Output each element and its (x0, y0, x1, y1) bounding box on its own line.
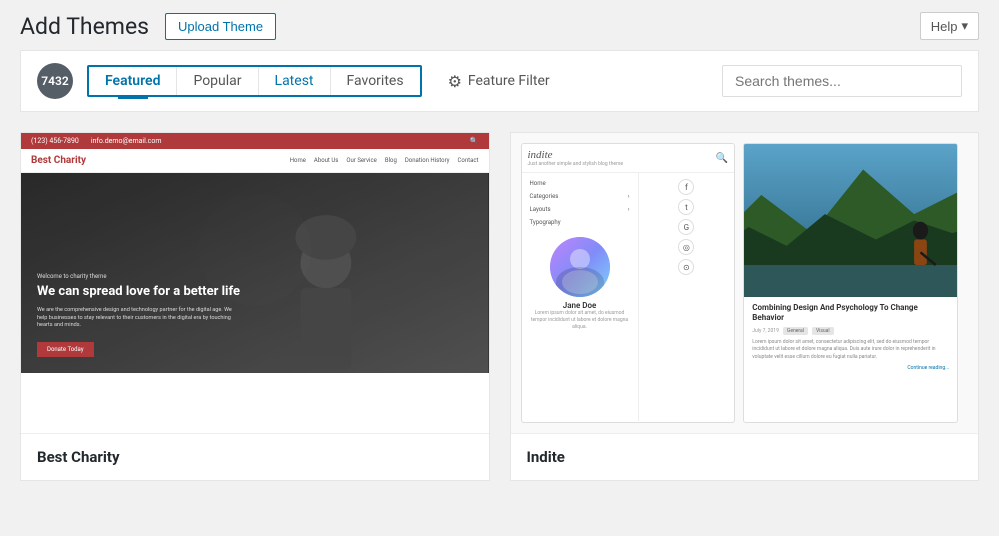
indite-article-body: Lorem ipsum dolor sit amet, consectetur … (752, 339, 949, 362)
indite-header: indite Just another simple and stylish b… (522, 144, 735, 173)
help-label: Help (931, 19, 958, 34)
indite-article-meta: July 7, 2019 General Visual (752, 327, 949, 335)
theme-count-badge: 7432 (37, 63, 73, 99)
filter-tabs: Featured Popular Latest Favorites (87, 65, 422, 97)
indite-logo: indite (528, 149, 624, 161)
chevron-down-icon: ▾ (961, 18, 968, 34)
theme-card-indite: indite Just another simple and stylish b… (510, 132, 980, 481)
bc-welcome-text: Welcome to charity theme (37, 273, 473, 280)
tab-popular[interactable]: Popular (177, 67, 258, 95)
indite-preview: indite Just another simple and stylish b… (511, 133, 979, 433)
general-tag: General (783, 327, 808, 335)
indite-article-image (744, 144, 957, 297)
theme-preview-indite: indite Just another simple and stylish b… (511, 133, 979, 433)
indite-sidebar: Home Categories Layouts Typography (522, 173, 639, 421)
feature-filter-label: Feature Filter (468, 73, 550, 89)
theme-preview-best-charity: (123) 456-7890 info.demo@email.com 🔍 Bes… (21, 133, 489, 433)
sidebar-item-layouts[interactable]: Layouts (522, 203, 638, 216)
bc-topbar-contact: (123) 456-7890 info.demo@email.com (31, 137, 161, 145)
bc-hero-title: We can spread love for a better life (37, 284, 473, 301)
indite-avatar (550, 237, 610, 297)
visual-tag: Visual (812, 327, 834, 335)
bc-phone: (123) 456-7890 (31, 137, 79, 145)
search-icon: 🔍 (470, 137, 479, 145)
page-title: Add Themes (20, 13, 149, 40)
bc-nav: Best Charity Home About Us Our Service B… (21, 149, 489, 173)
github-icon: ⊙ (678, 259, 694, 275)
help-button[interactable]: Help ▾ (920, 12, 979, 40)
sidebar-item-typography[interactable]: Typography (522, 216, 638, 229)
bc-hero-text: We are the comprehensive design and tech… (37, 307, 237, 330)
indite-theme-name: Indite (511, 433, 979, 480)
indite-search-icon: 🔍 (716, 153, 728, 164)
twitter-icon: t (678, 199, 694, 215)
filter-bar: 7432 Featured Popular Latest Favorites ⚙… (20, 50, 979, 112)
indite-profile-bio: Lorem ipsum dolor sit amet, do eiusmod t… (528, 310, 632, 331)
bc-nav-links: Home About Us Our Service Blog Donation … (290, 157, 479, 164)
page-header: Add Themes Upload Theme Help ▾ (0, 0, 999, 50)
indite-profile-name: Jane Doe (563, 301, 597, 310)
indite-article-content: Combining Design And Psychology To Chang… (744, 297, 957, 377)
sidebar-item-categories[interactable]: Categories (522, 190, 638, 203)
bc-topbar: (123) 456-7890 info.demo@email.com 🔍 (21, 133, 489, 149)
theme-card-best-charity: (123) 456-7890 info.demo@email.com 🔍 Bes… (20, 132, 490, 481)
bc-email: info.demo@email.com (91, 137, 162, 145)
bc-logo: Best Charity (31, 155, 86, 166)
bc-theme-name: Best Charity (21, 433, 489, 480)
indite-social-sidebar: f t G ◎ ⊙ (639, 173, 735, 421)
bc-hero-content: Welcome to charity theme We can spread l… (37, 273, 473, 357)
themes-grid: (123) 456-7890 info.demo@email.com 🔍 Bes… (0, 132, 999, 501)
tab-latest[interactable]: Latest (259, 67, 331, 95)
search-input[interactable] (722, 65, 962, 97)
google-icon: G (678, 219, 694, 235)
indite-sidebar-layout: Home Categories Layouts Typography (522, 173, 735, 421)
bc-preview: (123) 456-7890 info.demo@email.com 🔍 Bes… (21, 133, 489, 433)
bc-hero: Welcome to charity theme We can spread l… (21, 173, 489, 373)
header-left: Add Themes Upload Theme (20, 13, 276, 40)
tab-featured[interactable]: Featured (89, 67, 177, 95)
indite-tagline: Just another simple and stylish blog the… (528, 161, 624, 167)
indite-continue-reading[interactable]: Continue reading... (752, 365, 949, 371)
tab-favorites[interactable]: Favorites (331, 67, 420, 95)
indite-article-title: Combining Design And Psychology To Chang… (752, 303, 949, 324)
article-date: July 7, 2019 (752, 328, 779, 334)
bc-cta-button[interactable]: Donate Today (37, 342, 94, 357)
indite-right-browser: Combining Design And Psychology To Chang… (743, 143, 958, 423)
upload-theme-button[interactable]: Upload Theme (165, 13, 276, 40)
page-wrapper: Add Themes Upload Theme Help ▾ 7432 Feat… (0, 0, 999, 536)
indite-profile: Jane Doe Lorem ipsum dolor sit amet, do … (522, 229, 638, 335)
facebook-icon: f (678, 179, 694, 195)
gear-icon: ⚙ (448, 72, 462, 91)
feature-filter[interactable]: ⚙ Feature Filter (438, 66, 560, 97)
indite-browser: indite Just another simple and stylish b… (521, 143, 736, 423)
sidebar-item-home[interactable]: Home (522, 177, 638, 190)
rss-icon: ◎ (678, 239, 694, 255)
